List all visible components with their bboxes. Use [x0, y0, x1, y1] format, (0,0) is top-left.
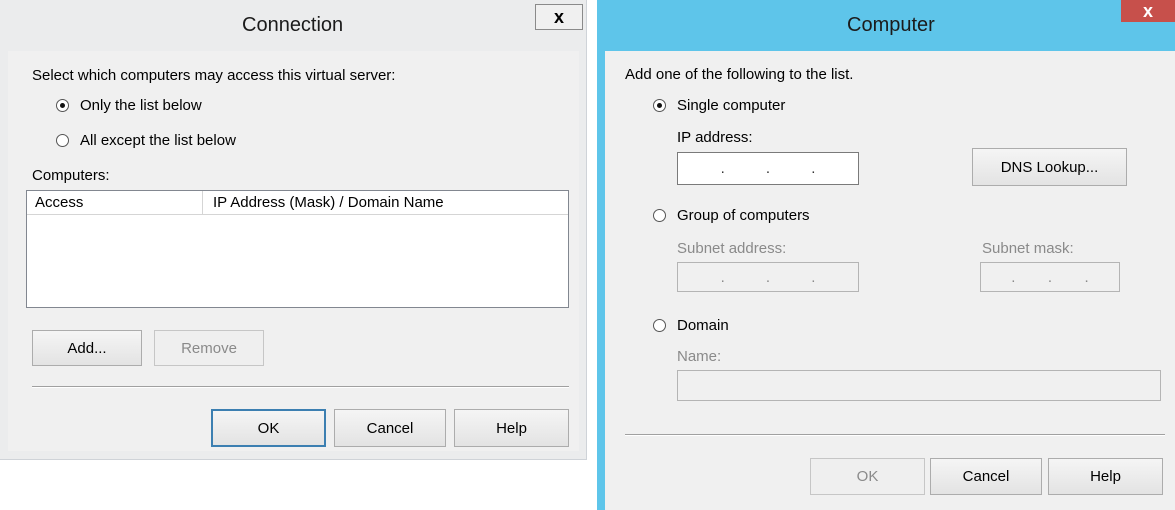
connection-close-button[interactable]: x	[535, 4, 583, 30]
ip-octet-dot: .	[765, 160, 771, 177]
close-icon: x	[1142, 0, 1153, 21]
radio-all-except-label[interactable]: All except the list below	[80, 132, 236, 149]
ip-octet-dot: .	[811, 268, 816, 286]
computer-close-button[interactable]: x	[1121, 0, 1175, 22]
ip-octet-dot: .	[1047, 268, 1053, 286]
computer-prompt: Add one of the following to the list.	[625, 66, 854, 83]
domain-name-input[interactable]	[677, 370, 1161, 401]
ip-address-label: IP address:	[677, 129, 753, 146]
radio-only-list-label[interactable]: Only the list below	[80, 97, 202, 114]
computer-title: Computer	[847, 14, 935, 36]
computer-help-button[interactable]: Help	[1048, 458, 1163, 495]
connection-titlebar[interactable]: Connection x	[0, 0, 586, 50]
ip-octet-dot: .	[1084, 268, 1089, 286]
radio-single-computer-label[interactable]: Single computer	[677, 97, 785, 114]
remove-button[interactable]: Remove	[154, 330, 264, 366]
dns-lookup-button[interactable]: DNS Lookup...	[972, 148, 1127, 186]
subnet-address-input[interactable]: . . .	[677, 262, 859, 292]
computer-ok-button[interactable]: OK	[810, 458, 925, 495]
subnet-address-label: Subnet address:	[677, 240, 787, 257]
radio-all-except[interactable]	[56, 134, 69, 147]
radio-group-of-computers[interactable]	[653, 209, 666, 222]
computers-listview[interactable]: Access IP Address (Mask) / Domain Name	[26, 190, 569, 308]
close-icon: x	[553, 6, 564, 27]
ip-octet-dot: .	[811, 160, 816, 177]
computer-cancel-button[interactable]: Cancel	[930, 458, 1042, 495]
computers-label: Computers:	[32, 167, 110, 184]
radio-domain-label[interactable]: Domain	[677, 317, 729, 334]
ip-octet-dot: .	[765, 268, 771, 286]
ip-address-input[interactable]: . . .	[677, 152, 859, 185]
radio-group-of-computers-label[interactable]: Group of computers	[677, 207, 810, 224]
computer-titlebar[interactable]: Computer x	[597, 0, 1175, 50]
subnet-mask-label: Subnet mask:	[982, 240, 1074, 257]
ip-octet-dot: .	[720, 268, 725, 286]
radio-single-computer[interactable]	[653, 99, 666, 112]
connection-cancel-button[interactable]: Cancel	[334, 409, 446, 447]
radio-domain[interactable]	[653, 319, 666, 332]
connection-prompt: Select which computers may access this v…	[32, 67, 396, 84]
connection-title: Connection	[242, 14, 344, 36]
radio-only-list[interactable]	[56, 99, 69, 112]
subnet-mask-input[interactable]: . . .	[980, 262, 1120, 292]
connection-ok-button[interactable]: OK	[211, 409, 326, 447]
connection-help-button[interactable]: Help	[454, 409, 569, 447]
computer-dialog: Computer x Add one of the following to t…	[597, 0, 1175, 510]
listview-header: Access IP Address (Mask) / Domain Name	[27, 191, 568, 215]
connection-dialog: Connection x Select which computers may …	[0, 0, 587, 460]
ip-octet-dot: .	[720, 160, 725, 177]
computer-separator	[625, 434, 1165, 436]
column-header-address[interactable]: IP Address (Mask) / Domain Name	[203, 191, 568, 215]
connection-separator	[32, 386, 569, 388]
ip-octet-dot: .	[1011, 268, 1016, 286]
domain-name-label: Name:	[677, 348, 722, 365]
column-header-access[interactable]: Access	[27, 191, 203, 215]
add-button[interactable]: Add...	[32, 330, 142, 366]
